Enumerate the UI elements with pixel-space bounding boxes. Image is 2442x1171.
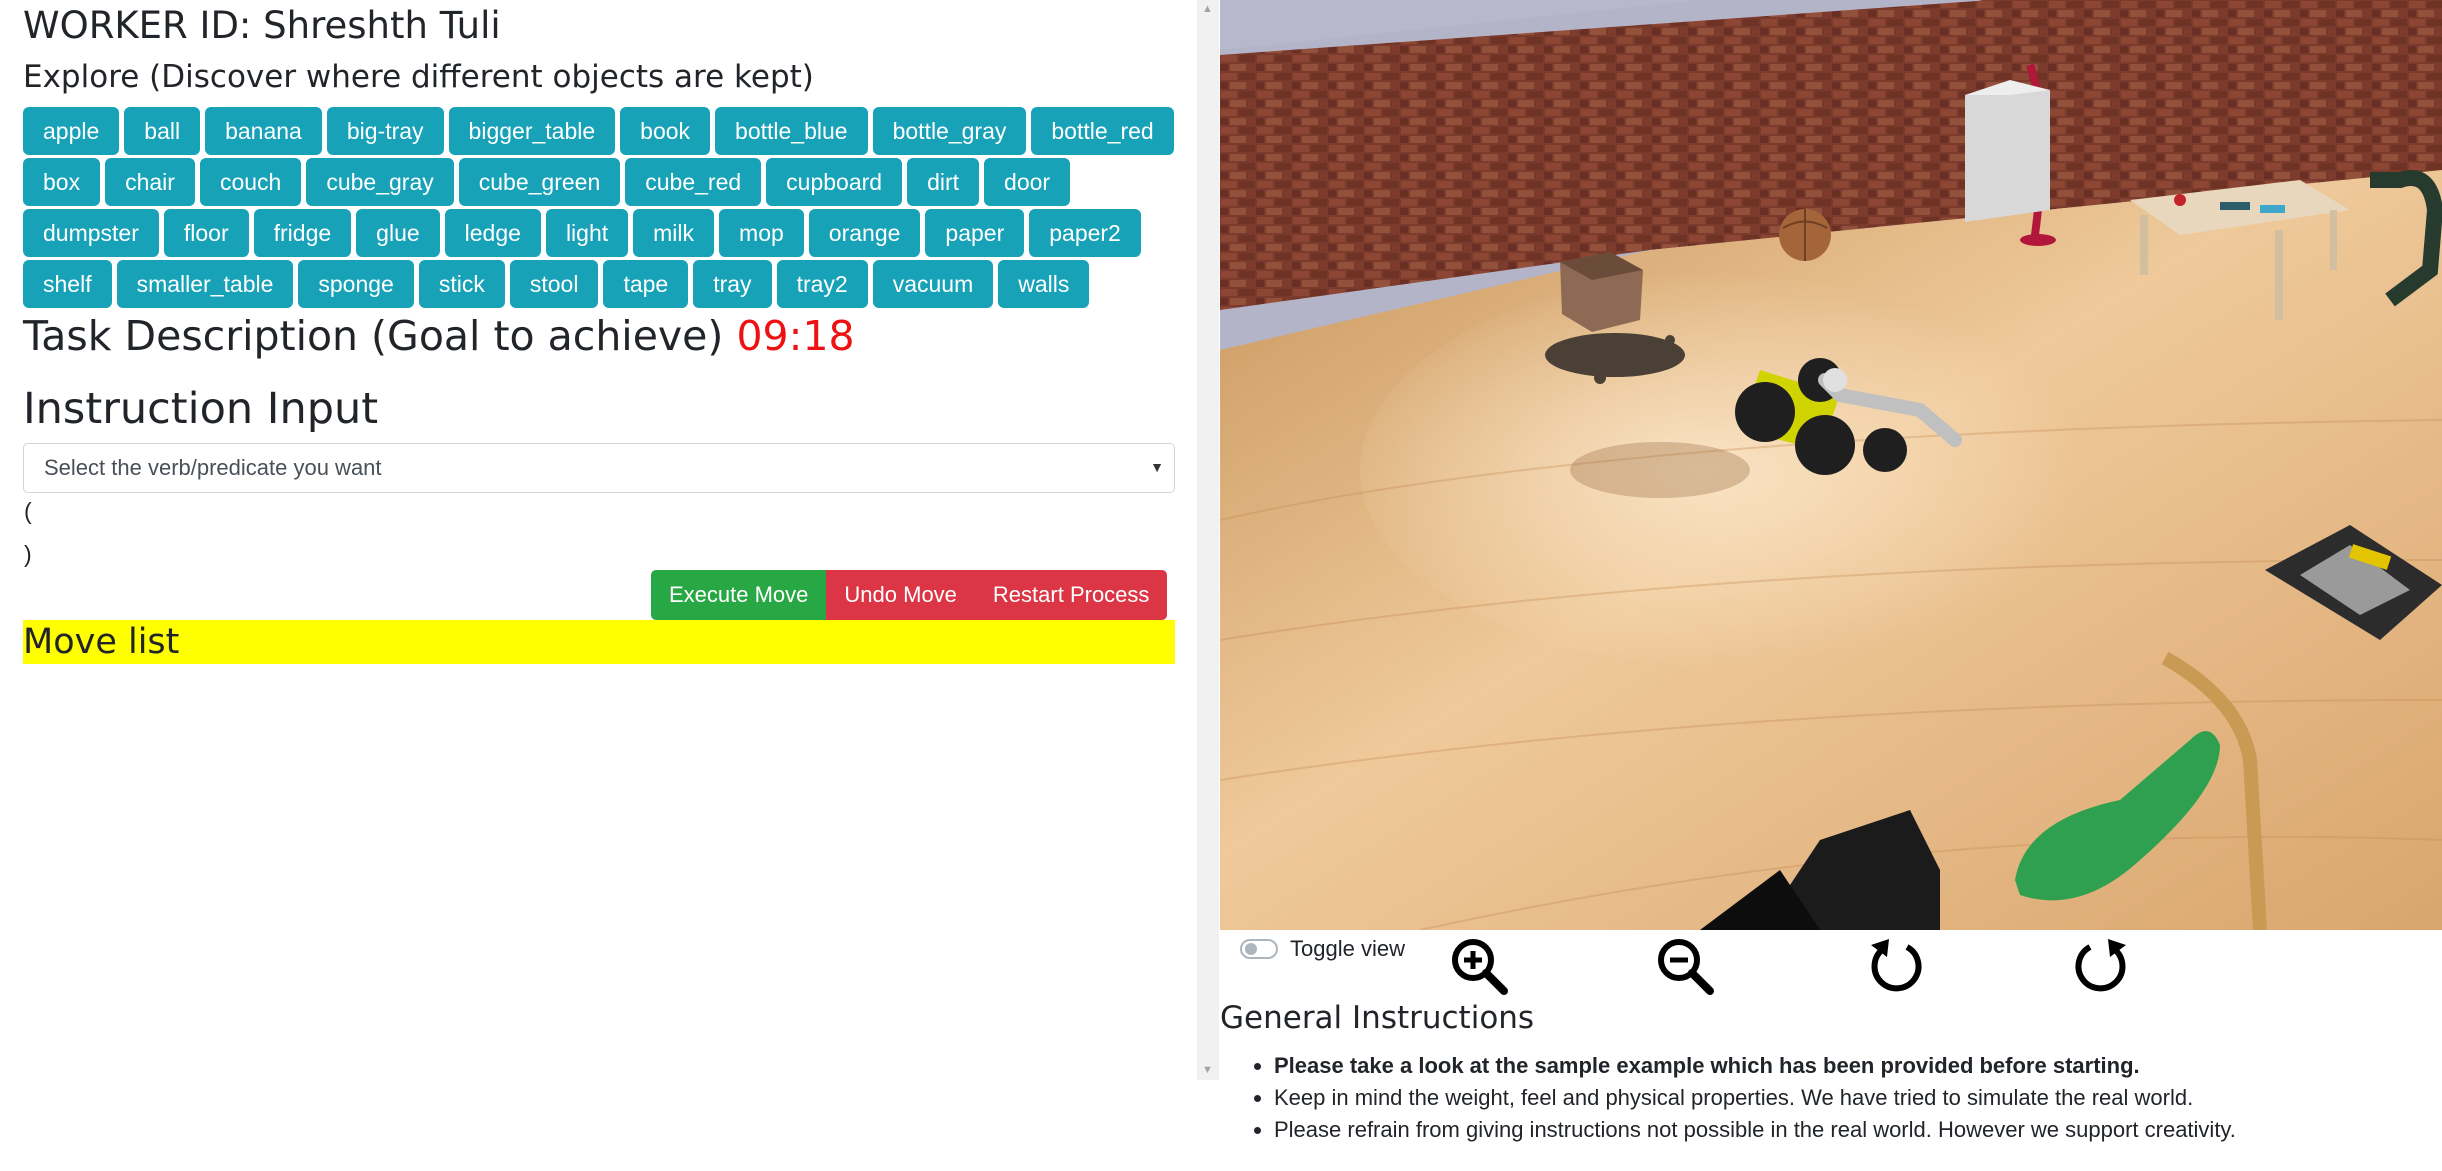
rotate-left-icon[interactable] bbox=[1863, 935, 1925, 997]
object-button-big-tray[interactable]: big-tray bbox=[326, 107, 444, 155]
object-button-box[interactable]: box bbox=[23, 158, 101, 206]
open-paren: ( bbox=[24, 498, 32, 524]
object-button-paper[interactable]: paper bbox=[925, 209, 1025, 257]
scrollbar[interactable]: ▲ ▼ bbox=[1197, 0, 1219, 1080]
general-instructions-list: Please take a look at the sample example… bbox=[1252, 1050, 2236, 1146]
object-button-dirt[interactable]: dirt bbox=[907, 158, 980, 206]
undo-move-button[interactable]: Undo Move bbox=[826, 570, 975, 620]
object-button-smaller_table[interactable]: smaller_table bbox=[116, 260, 294, 308]
object-button-banana[interactable]: banana bbox=[205, 107, 322, 155]
scroll-down-arrow-icon[interactable]: ▼ bbox=[1202, 1064, 1213, 1076]
countdown-timer: 09:18 bbox=[736, 312, 855, 360]
general-instructions-title: General Instructions bbox=[1220, 1000, 1535, 1036]
toggle-switch[interactable] bbox=[1240, 939, 1278, 959]
object-button-apple[interactable]: apple bbox=[23, 107, 120, 155]
toggle-view-label: Toggle view bbox=[1290, 936, 1405, 961]
dropdown-caret-icon: ▼ bbox=[1150, 459, 1164, 475]
object-button-shelf[interactable]: shelf bbox=[23, 260, 112, 308]
verb-select-value: Select the verb/predicate you want bbox=[44, 455, 382, 480]
object-button-cube_red[interactable]: cube_red bbox=[625, 158, 762, 206]
object-button-list: apple ball banana big-tray bigger_table book b… bbox=[23, 107, 1183, 308]
explore-title: Explore (Discover where different object… bbox=[23, 59, 814, 95]
object-button-milk[interactable]: milk bbox=[633, 209, 715, 257]
object-button-chair[interactable]: chair bbox=[105, 158, 195, 206]
object-button-walls[interactable]: walls bbox=[998, 260, 1090, 308]
object-button-light[interactable]: light bbox=[545, 209, 629, 257]
object-button-ledge[interactable]: ledge bbox=[444, 209, 541, 257]
toggle-view-control[interactable]: Toggle view bbox=[1240, 936, 1405, 962]
object-button-door[interactable]: door bbox=[984, 158, 1071, 206]
close-paren: ) bbox=[24, 541, 32, 567]
object-button-paper2[interactable]: paper2 bbox=[1029, 209, 1141, 257]
toggle-knob bbox=[1245, 943, 1257, 955]
object-button-floor[interactable]: floor bbox=[163, 209, 249, 257]
object-button-stick[interactable]: stick bbox=[418, 260, 505, 308]
zoom-in-icon[interactable] bbox=[1448, 935, 1510, 997]
object-button-mop[interactable]: mop bbox=[719, 209, 804, 257]
instruction-item: Please take a look at the sample example… bbox=[1274, 1050, 2236, 1082]
instruction-input-title: Instruction Input bbox=[23, 384, 379, 434]
task-description-title: Task Description (Goal to achieve) 09:18 bbox=[23, 308, 855, 364]
rotate-right-icon[interactable] bbox=[2072, 935, 2134, 997]
object-button-dumpster[interactable]: dumpster bbox=[23, 209, 159, 257]
verb-predicate-select[interactable]: Select the verb/predicate you want ▼ bbox=[23, 443, 1175, 493]
object-button-orange[interactable]: orange bbox=[808, 209, 921, 257]
object-button-tape[interactable]: tape bbox=[603, 260, 689, 308]
object-button-bottle_gray[interactable]: bottle_gray bbox=[872, 107, 1027, 155]
task-title-text: Task Description (Goal to achieve) bbox=[23, 312, 724, 360]
scroll-up-arrow-icon[interactable]: ▲ bbox=[1202, 3, 1213, 15]
object-button-glue[interactable]: glue bbox=[356, 209, 440, 257]
object-button-cube_green[interactable]: cube_green bbox=[458, 158, 621, 206]
object-button-bottle_red[interactable]: bottle_red bbox=[1031, 107, 1174, 155]
object-button-cube_gray[interactable]: cube_gray bbox=[306, 158, 454, 206]
object-button-tray[interactable]: tray bbox=[693, 260, 772, 308]
object-button-cupboard[interactable]: cupboard bbox=[766, 158, 903, 206]
object-button-fridge[interactable]: fridge bbox=[253, 209, 352, 257]
move-list-header: Move list bbox=[23, 620, 1175, 664]
simulation-viewport[interactable] bbox=[1220, 0, 2442, 930]
zoom-out-icon[interactable] bbox=[1654, 935, 1716, 997]
object-button-bottle_blue[interactable]: bottle_blue bbox=[715, 107, 868, 155]
object-button-vacuum[interactable]: vacuum bbox=[872, 260, 994, 308]
object-button-tray2[interactable]: tray2 bbox=[776, 260, 868, 308]
object-button-sponge[interactable]: sponge bbox=[298, 260, 414, 308]
object-button-bigger_table[interactable]: bigger_table bbox=[448, 107, 616, 155]
scene-render bbox=[1220, 0, 2442, 930]
object-button-stool[interactable]: stool bbox=[509, 260, 599, 308]
execute-move-button[interactable]: Execute Move bbox=[651, 570, 827, 620]
object-button-ball[interactable]: ball bbox=[124, 107, 201, 155]
action-button-group: Execute Move Undo Move Restart Process bbox=[651, 570, 1168, 620]
instruction-item-text: Please take a look at the sample example… bbox=[1274, 1053, 2140, 1078]
instruction-item: Please refrain from giving instructions … bbox=[1274, 1114, 2236, 1146]
restart-process-button[interactable]: Restart Process bbox=[974, 570, 1168, 620]
object-button-book[interactable]: book bbox=[620, 107, 711, 155]
left-panel: WORKER ID: Shreshth Tuli Explore (Discov… bbox=[0, 0, 1197, 1171]
object-button-couch[interactable]: couch bbox=[199, 158, 302, 206]
worker-id-title: WORKER ID: Shreshth Tuli bbox=[23, 4, 501, 47]
instruction-item: Keep in mind the weight, feel and physic… bbox=[1274, 1082, 2236, 1114]
